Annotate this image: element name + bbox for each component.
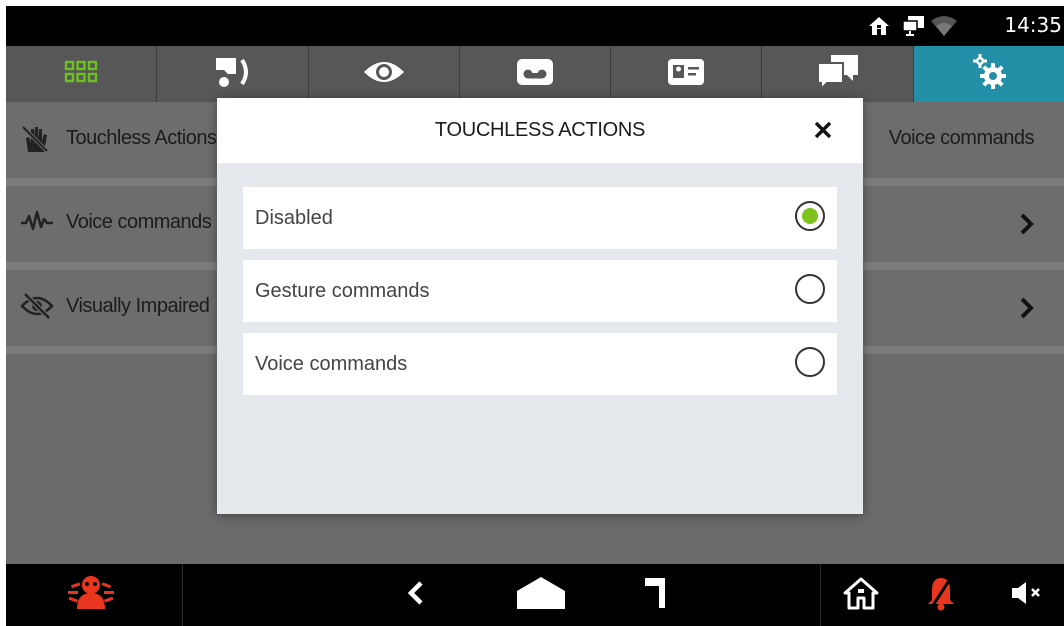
eye-icon [362,58,406,91]
option-label: Disabled [255,207,333,229]
door-icon [643,576,669,615]
home-icon [868,15,890,42]
bell-muted-icon [926,574,956,617]
home-shape-icon [515,575,567,616]
door-button[interactable] [626,564,686,626]
ringer-mute-button[interactable] [901,564,981,626]
close-button[interactable] [809,116,837,144]
top-tab-bar [6,46,1064,102]
settings-gears-icon [969,52,1009,97]
chevron-right-icon [1020,213,1034,241]
home-button[interactable] [501,564,581,626]
waveform-icon [20,208,54,240]
voicemail-icon [515,57,555,92]
status-bar: 14:35 [6,6,1064,46]
list-item-label: Voice commands [66,211,212,233]
options-list: Disabled Gesture commands Voice commands [243,187,837,406]
list-item-label: Visually Impaired [66,295,210,317]
close-icon [809,121,837,148]
eye-crossed-icon [20,292,54,326]
nav-divider [182,564,183,626]
wifi-icon [930,15,958,42]
status-time: 14:35 [1004,13,1062,37]
contact-card-icon [666,57,706,92]
radio-button[interactable] [795,347,825,377]
tab-apps[interactable] [6,46,158,102]
back-button[interactable] [386,564,446,626]
grid-icon [64,60,98,89]
tab-intercom[interactable] [157,46,309,102]
tab-voicemail[interactable] [460,46,612,102]
option-voice-commands[interactable]: Voice commands [243,333,837,395]
monitor-icon [902,15,926,42]
option-gesture-commands[interactable]: Gesture commands [243,260,837,322]
option-label: Voice commands [255,353,408,375]
house-button[interactable] [821,564,901,626]
intercom-call-icon [210,54,254,95]
app-frame: 14:35 Touchless Actions Voice commands V… [6,6,1064,626]
radio-button-selected[interactable] [795,201,825,231]
option-disabled[interactable]: Disabled [243,187,837,249]
chevron-right-icon [1020,297,1034,325]
touchless-actions-dialog: TOUCHLESS ACTIONS Disabled Gesture comma… [217,98,863,514]
option-label: Gesture commands [255,280,430,302]
list-item-label: Touchless Actions [66,127,217,149]
tab-messages[interactable] [762,46,914,102]
alarm-icon [67,573,115,618]
alarm-button[interactable] [46,564,136,626]
tab-contacts[interactable] [611,46,763,102]
dialog-header: TOUCHLESS ACTIONS [217,98,863,163]
bottom-nav-bar [6,564,1064,626]
chat-icon [815,53,861,96]
speaker-muted-icon [1010,580,1042,611]
dialog-title: TOUCHLESS ACTIONS [434,119,646,141]
tab-surveillance[interactable] [309,46,460,102]
house-icon [843,576,879,615]
radio-button[interactable] [795,274,825,304]
hand-crossed-icon [20,124,50,160]
tab-settings[interactable] [913,46,1064,102]
back-icon [406,580,426,611]
speaker-mute-button[interactable] [996,564,1056,626]
list-item-value: Voice commands [888,127,1035,149]
